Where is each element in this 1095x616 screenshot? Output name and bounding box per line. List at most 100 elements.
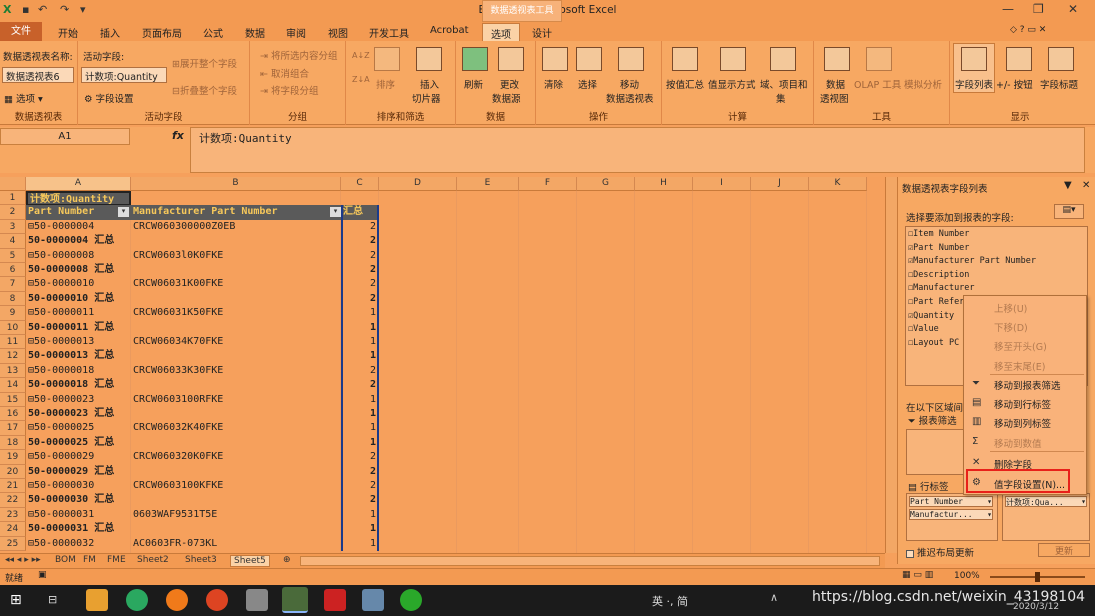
cell-a-22[interactable]: 50-0000030 汇总: [26, 493, 131, 507]
cell-b-1[interactable]: [131, 191, 341, 205]
cell-b-21[interactable]: CRCW0603100KFKE: [131, 479, 341, 493]
column-header[interactable]: G: [577, 177, 635, 191]
row-header[interactable]: 2: [0, 205, 26, 220]
name-box[interactable]: A1: [0, 128, 130, 145]
cell-b-20[interactable]: [131, 465, 341, 479]
move-pivot-button[interactable]: 移动: [620, 77, 639, 91]
field-checkbox[interactable]: ☐Item Number: [908, 229, 969, 239]
new-sheet-icon[interactable]: ⊕: [280, 555, 294, 565]
value-field-quantity[interactable]: 计数项:Qua... ▾: [1005, 496, 1087, 507]
cell-a-17[interactable]: ⊟50-0000025: [26, 421, 131, 435]
fields-items-button[interactable]: 域、项目和: [760, 77, 808, 91]
menu-item[interactable]: 移至开头(G): [994, 339, 1047, 353]
change-source-button[interactable]: 更改: [500, 77, 519, 91]
field-checkbox[interactable]: ☑Part Number: [908, 243, 969, 253]
excel-taskbar-icon[interactable]: [282, 587, 308, 613]
cell-b-3[interactable]: CRCW060300000Z0EB: [131, 220, 341, 234]
file-explorer-icon[interactable]: [86, 589, 108, 611]
cell-b-22[interactable]: [131, 493, 341, 507]
field-checkbox[interactable]: ☑Manufacturer Part Number: [908, 256, 1036, 266]
cell-a-9[interactable]: ⊟50-0000011: [26, 306, 131, 320]
cell-b-7[interactable]: CRCW06031K00FKE: [131, 277, 341, 291]
summarize-button[interactable]: 按值汇总: [666, 77, 704, 91]
sheet-nav-arrows[interactable]: ◂◂ ◂ ▸ ▸▸: [2, 555, 44, 565]
sort-button[interactable]: 排序: [376, 77, 395, 91]
row-header[interactable]: 13: [0, 363, 26, 379]
cell-a-6[interactable]: 50-0000008 汇总: [26, 263, 131, 277]
tab-design[interactable]: 设计: [532, 25, 552, 40]
cell-b-23[interactable]: 0603WAF9531T5E: [131, 508, 341, 522]
collapse-field-button[interactable]: ⊟折叠整个字段: [172, 83, 237, 97]
menu-item[interactable]: 移动到数值: [994, 436, 1042, 450]
macro-record-icon[interactable]: ▣: [38, 570, 47, 580]
cell-a-1[interactable]: 计数项:Quantity: [26, 191, 131, 206]
sheet-tab-sheet5[interactable]: Sheet5: [230, 555, 270, 567]
row-header[interactable]: 14: [0, 378, 26, 393]
cell-b-10[interactable]: [131, 321, 341, 335]
pivotchart-button[interactable]: 数据: [826, 77, 845, 91]
search-app-icon[interactable]: [166, 589, 188, 611]
tab-options[interactable]: 选项: [482, 23, 520, 43]
menu-item[interactable]: 移动到列标签: [994, 416, 1051, 430]
select-all-corner[interactable]: [0, 177, 26, 191]
row-header[interactable]: 4: [0, 234, 26, 249]
minimize-icon[interactable]: —: [1002, 2, 1014, 16]
cell-a-4[interactable]: 50-0000004 汇总: [26, 234, 131, 248]
group-selection-button[interactable]: ⇥ 将所选内容分组: [260, 48, 338, 62]
row-header[interactable]: 23: [0, 507, 26, 523]
menu-item[interactable]: 移动到报表筛选: [994, 378, 1061, 392]
column-header[interactable]: K: [809, 177, 867, 191]
ungroup-button[interactable]: ⇤ 取消组合: [260, 66, 309, 80]
row-header[interactable]: 16: [0, 407, 26, 422]
chrome-icon[interactable]: [206, 589, 228, 611]
menu-item[interactable]: 上移(U): [994, 301, 1027, 315]
restore-icon[interactable]: ❐: [1033, 2, 1044, 16]
menu-item[interactable]: 移动到行标签: [994, 397, 1051, 411]
field-settings-button[interactable]: ⚙ 字段设置: [84, 91, 134, 105]
cell-b-14[interactable]: [131, 378, 341, 392]
cell-b-12[interactable]: [131, 349, 341, 363]
field-list-button[interactable]: 字段列表: [955, 77, 993, 91]
tab-home[interactable]: 开始: [58, 25, 78, 40]
panel-dropdown-icon[interactable]: ▼: [1064, 180, 1072, 191]
row-header[interactable]: 11: [0, 335, 26, 350]
row-header[interactable]: 17: [0, 421, 26, 436]
column-header[interactable]: E: [457, 177, 519, 191]
tab-review[interactable]: 审阅: [286, 25, 306, 40]
field-checkbox[interactable]: ☐Manufacturer: [908, 283, 975, 293]
column-header[interactable]: C: [341, 177, 379, 191]
cell-b-15[interactable]: CRCW0603100RFKE: [131, 393, 341, 407]
tab-page-layout[interactable]: 页面布局: [142, 25, 182, 40]
pivot-name-input[interactable]: 数据透视表6: [2, 67, 74, 83]
cell-a-21[interactable]: ⊟50-0000030: [26, 479, 131, 493]
menu-item[interactable]: 移至末尾(E): [994, 359, 1045, 373]
row-header[interactable]: 8: [0, 291, 26, 307]
sheet-tab-fm[interactable]: FM: [80, 555, 99, 565]
row-header[interactable]: 6: [0, 263, 26, 278]
panel-close-icon[interactable]: ✕: [1082, 180, 1090, 191]
tab-data[interactable]: 数据: [245, 25, 265, 40]
cell-a-16[interactable]: 50-0000023 汇总: [26, 407, 131, 421]
insert-slicer-button[interactable]: 插入: [420, 77, 439, 91]
row-header[interactable]: 9: [0, 306, 26, 321]
cell-a-2[interactable]: Part Number: [26, 205, 131, 219]
vertical-scrollbar[interactable]: [885, 177, 897, 553]
tray-up-icon[interactable]: ∧: [770, 591, 778, 604]
cell-a-15[interactable]: ⊟50-0000023: [26, 393, 131, 407]
column-header[interactable]: D: [379, 177, 457, 191]
cell-b-19[interactable]: CRCW060320K0FKE: [131, 450, 341, 464]
row-header[interactable]: 20: [0, 464, 26, 479]
menu-item[interactable]: 下移(D): [994, 320, 1028, 334]
tab-acrobat[interactable]: Acrobat: [430, 25, 469, 36]
column-header[interactable]: H: [635, 177, 693, 191]
column-header[interactable]: J: [751, 177, 809, 191]
sheet-tab-sheet3[interactable]: Sheet3: [182, 555, 220, 565]
row-header[interactable]: 10: [0, 320, 26, 335]
clear-button[interactable]: 清除: [544, 77, 563, 91]
cell-b-2[interactable]: Manufacturer Part Number: [131, 205, 341, 219]
filter-dropdown-icon[interactable]: ▾: [118, 207, 129, 218]
plus-minus-button[interactable]: +/- 按钮: [996, 77, 1033, 91]
cell-a-11[interactable]: ⊟50-0000013: [26, 335, 131, 349]
cell-b-25[interactable]: AC0603FR-073KL: [131, 537, 341, 551]
cell-b-13[interactable]: CRCW06033K30FKE: [131, 364, 341, 378]
